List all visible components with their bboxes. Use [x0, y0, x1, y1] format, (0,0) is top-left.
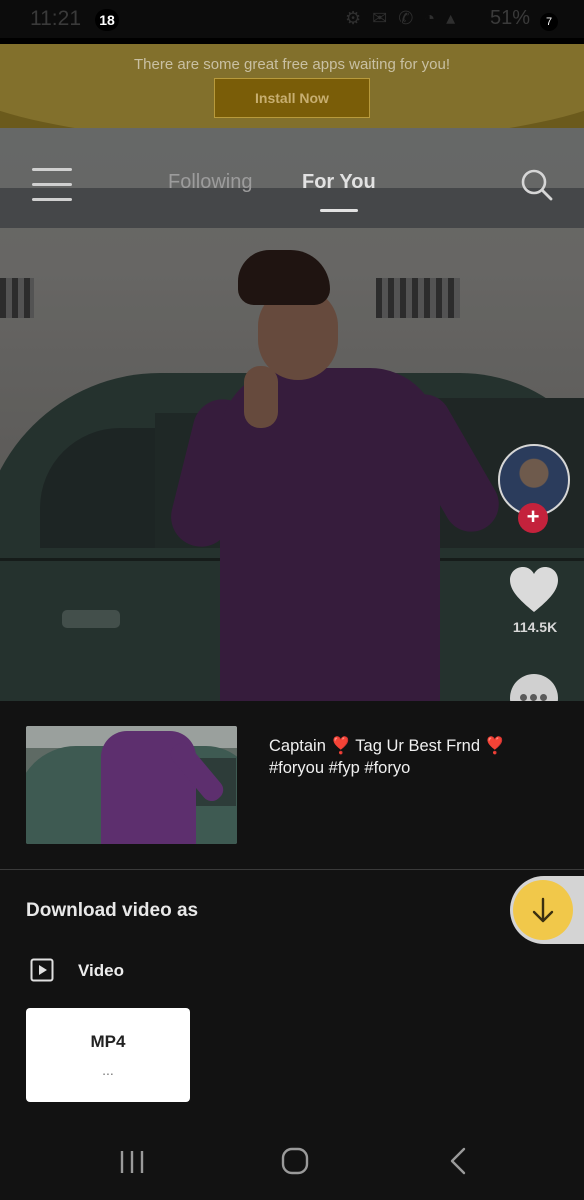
- back-icon[interactable]: [448, 1147, 468, 1175]
- video-player[interactable]: Following For You + 114.5K: [0, 128, 584, 701]
- notification-badge: 18: [95, 9, 119, 31]
- like-count: 114.5K: [512, 619, 558, 635]
- active-tab-indicator: [320, 209, 358, 212]
- status-icons: ⚙ ✉ ✆ ◔ ▴: [345, 8, 459, 28]
- recent-apps-icon[interactable]: [119, 1149, 145, 1175]
- tab-following[interactable]: Following: [168, 171, 252, 194]
- plus-icon[interactable]: +: [518, 503, 548, 533]
- battery-percent: 51%: [490, 7, 531, 29]
- battery-badge: 7: [540, 13, 558, 31]
- video-caption: Captain ❣️ Tag Ur Best Frnd ❣️ #foryou #…: [269, 735, 559, 779]
- mp4-format-option[interactable]: MP4 ...: [26, 1008, 190, 1102]
- mp4-sublabel: ...: [102, 1062, 114, 1078]
- heart-icon[interactable]: [508, 566, 560, 614]
- promo-banner: There are some great free apps waiting f…: [0, 44, 584, 128]
- video-section-label: Video: [78, 961, 124, 980]
- video-thumbnail: [26, 726, 237, 844]
- menu-icon[interactable]: [32, 168, 72, 202]
- install-now-button[interactable]: Install Now: [214, 78, 370, 118]
- status-bar: 11:21 18 ⚙ ✉ ✆ ◔ ▴ 51% 7: [0, 0, 584, 38]
- tab-for-you[interactable]: For You: [302, 171, 376, 194]
- download-title: Download video as: [26, 900, 199, 921]
- search-icon[interactable]: [520, 168, 554, 202]
- sheet-divider: [0, 869, 584, 870]
- status-time: 11:21: [30, 7, 81, 30]
- system-nav-bar: [0, 1120, 584, 1200]
- download-arrow-icon: [532, 897, 554, 923]
- play-icon: [30, 958, 54, 982]
- caption-line-2: #foryou #fyp #foryo: [269, 759, 411, 777]
- home-icon[interactable]: [281, 1147, 309, 1175]
- download-button[interactable]: [513, 880, 573, 940]
- banner-message: There are some great free apps waiting f…: [134, 56, 450, 73]
- feed-top-nav: Following For You: [0, 128, 584, 218]
- mp4-label: MP4: [90, 1032, 126, 1051]
- caption-line-1: Captain ❣️ Tag Ur Best Frnd ❣️: [269, 737, 506, 755]
